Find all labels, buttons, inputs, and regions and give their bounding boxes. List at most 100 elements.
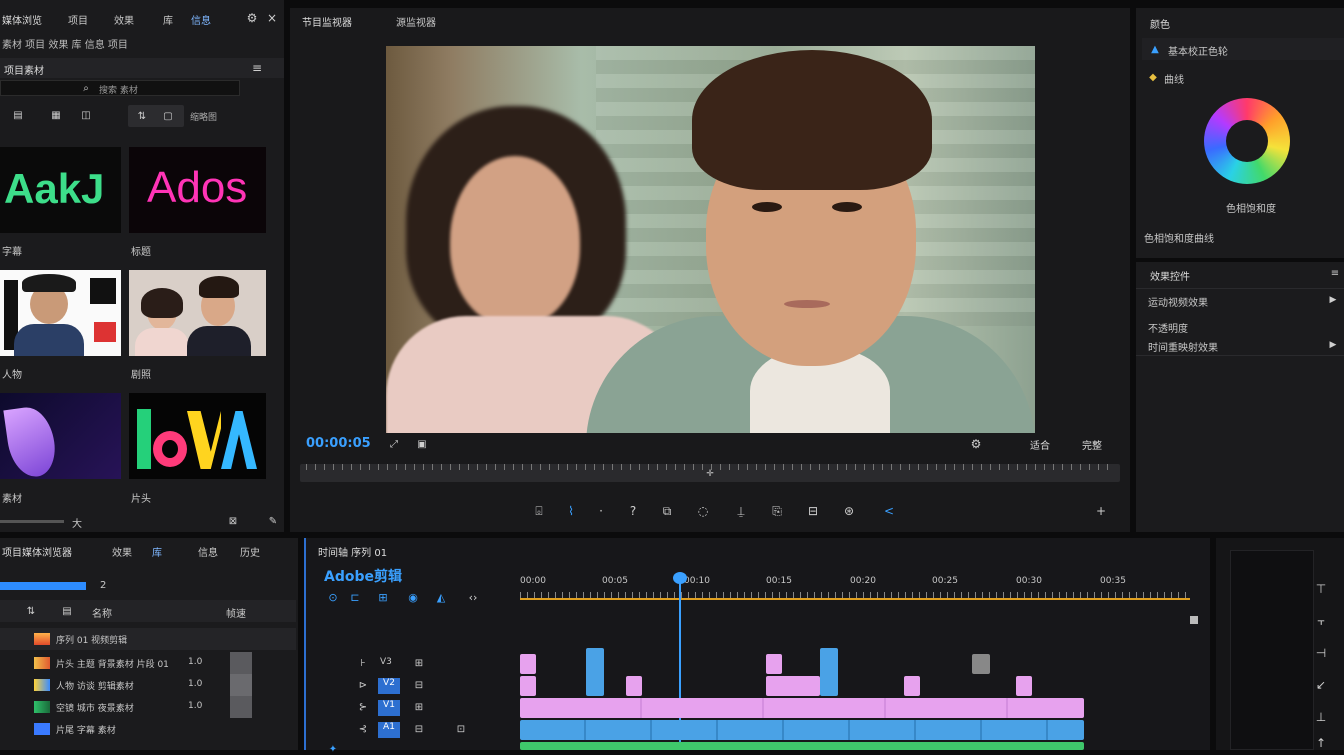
mic-icon[interactable]: ⊡ xyxy=(454,722,468,736)
name-column[interactable]: 名称 xyxy=(92,605,112,620)
lock-icon[interactable]: ⊳ xyxy=(356,678,370,692)
search-bar[interactable]: ⌕ 搜索 素材 xyxy=(0,80,240,96)
linked-icon[interactable]: ⊏ xyxy=(348,590,362,604)
settings-icon[interactable]: ⚙ xyxy=(244,10,260,26)
menu-icon[interactable]: ≡ xyxy=(250,60,264,76)
pen-tool-icon[interactable]: ↑ xyxy=(1312,736,1330,750)
list-icon[interactable]: ▤ xyxy=(60,604,74,618)
eye-icon[interactable]: ⊞ xyxy=(412,656,426,670)
opacity-label[interactable]: 不透明度 xyxy=(1148,320,1188,335)
chevron-right-icon[interactable]: ▶ xyxy=(1326,338,1340,352)
tab-info[interactable]: 信息 xyxy=(191,12,211,27)
v1-clip[interactable] xyxy=(520,698,1084,718)
title-clip[interactable] xyxy=(766,654,782,674)
track-header-v2[interactable]: ⊳ V2 ⊟ xyxy=(350,676,470,696)
overwrite-icon[interactable]: ⊟ xyxy=(804,502,822,520)
a1-clip[interactable] xyxy=(520,720,1084,740)
thumbnail-portrait[interactable] xyxy=(0,270,121,356)
add-icon[interactable]: + xyxy=(1092,502,1110,520)
effect-row-time[interactable]: 时间重映射效果 ▶ xyxy=(1136,334,1344,356)
menu-icon[interactable]: ≡ xyxy=(1328,266,1342,280)
tab-effects[interactable]: 效果 xyxy=(112,544,132,559)
go-to-out-icon[interactable]: ⍊ xyxy=(732,502,750,520)
thumbnail-logo[interactable] xyxy=(129,393,266,479)
caption-icon[interactable]: ◭ xyxy=(434,590,448,604)
list-item[interactable]: 序列 01 视频剪辑 xyxy=(0,628,296,650)
wrench-icon[interactable]: ✎ xyxy=(266,514,280,528)
grid-view-icon[interactable]: ▦ xyxy=(48,107,64,123)
mark-out-icon[interactable]: ⌇ xyxy=(562,502,580,520)
target-toggle[interactable]: V1 xyxy=(378,700,400,716)
list-item[interactable]: 人物 访谈 剪辑素材 1.0 xyxy=(0,674,296,696)
timecode[interactable]: 00:00:05 xyxy=(306,436,371,451)
list-view-icon[interactable]: ▤ xyxy=(10,107,26,123)
title-clip[interactable] xyxy=(520,676,536,696)
basic-correction-row[interactable]: ▲ 基本校正色轮 xyxy=(1142,38,1344,60)
track-header-a1[interactable]: ⊰ A1 ⊟ ⊡ xyxy=(350,720,480,740)
tab-info[interactable]: 信息 xyxy=(198,544,218,559)
target-toggle[interactable]: A1 xyxy=(378,722,400,738)
video-clip[interactable] xyxy=(820,648,838,696)
thumbnail-gradient[interactable] xyxy=(0,393,121,479)
program-title[interactable]: 节目监视器 xyxy=(302,14,352,29)
go-to-in-icon[interactable]: · xyxy=(592,502,610,520)
chevron-right-icon[interactable]: ▶ xyxy=(1326,293,1340,307)
step-forward-icon[interactable]: ◌ xyxy=(694,502,712,520)
sort-icon[interactable]: ⇅ xyxy=(24,604,38,618)
tab-project[interactable]: 项目 xyxy=(68,12,88,27)
tab-project-media[interactable]: 项目媒体浏览器 xyxy=(2,544,72,559)
hsl-curve-label[interactable]: 色相饱和度曲线 xyxy=(1144,230,1214,245)
scrub-bar[interactable]: ✛ xyxy=(300,464,1120,482)
snap-icon[interactable]: ⊙ xyxy=(326,590,340,604)
thumbnail-aakj[interactable]: AakJ xyxy=(0,147,121,233)
rate-column[interactable]: 帧速 xyxy=(226,605,246,620)
title-clip[interactable] xyxy=(904,676,920,696)
export-frame-icon[interactable]: ⊛ xyxy=(840,502,858,520)
track-select-icon[interactable]: ⫟ xyxy=(1312,612,1330,630)
list-item[interactable]: 片头 主题 背景素材 片段 01 1.0 xyxy=(0,652,296,674)
zoom-slider[interactable] xyxy=(0,520,64,523)
a2-clip[interactable] xyxy=(520,742,1084,750)
list-item[interactable]: 片尾 字幕 素材 xyxy=(0,718,296,740)
razor-tool-icon[interactable]: ↙ xyxy=(1312,676,1330,694)
wrench-icon[interactable]: ⚙ xyxy=(960,436,992,452)
full-label[interactable]: 完整 xyxy=(1082,437,1102,452)
keyframe-icon[interactable]: ✦ xyxy=(326,744,340,755)
scroll-handle-icon[interactable] xyxy=(1190,616,1198,624)
color-wheel-icon[interactable] xyxy=(1204,98,1290,184)
video-clip[interactable] xyxy=(586,648,604,696)
tab-media-browser[interactable]: 媒体浏览 xyxy=(2,12,42,27)
marker-icon[interactable]: ⊞ xyxy=(376,590,390,604)
fit-label[interactable]: 适合 xyxy=(1030,437,1050,452)
play-icon[interactable]: ⧉ xyxy=(658,502,676,520)
tab-history[interactable]: 历史 xyxy=(240,544,260,559)
mute-icon[interactable]: ⊰ xyxy=(356,722,370,736)
target-toggle[interactable]: V2 xyxy=(378,678,400,694)
quality-icon[interactable]: ▣ xyxy=(414,436,430,452)
title-clip[interactable] xyxy=(1016,676,1032,696)
effect-row-motion[interactable]: 运动视频效果 ▶ xyxy=(1136,288,1344,310)
time-ruler[interactable]: 00:00 00:05 00:10 00:15 00:20 00:25 00:3… xyxy=(520,572,1190,602)
ripple-edit-icon[interactable]: ⊣ xyxy=(1312,644,1330,662)
freeform-view-icon[interactable]: ◫ xyxy=(78,107,94,123)
list-item[interactable]: 空镜 城市 夜景素材 1.0 xyxy=(0,696,296,718)
title-clip[interactable] xyxy=(626,676,642,696)
sequence-name[interactable]: Adobe剪辑 xyxy=(324,566,402,586)
playhead-handle[interactable] xyxy=(673,572,687,584)
settings-icon[interactable]: ◉ xyxy=(406,590,420,604)
thumbnail-ados[interactable]: Ados xyxy=(129,147,266,233)
playhead-marker-icon[interactable]: ✛ xyxy=(704,468,716,480)
view-toggle[interactable]: ⇅ ▢ xyxy=(128,105,184,127)
mark-in-icon[interactable]: ⌻ xyxy=(530,502,548,520)
code-icon[interactable]: ‹› xyxy=(464,590,482,604)
source-tab[interactable]: 源监视器 xyxy=(396,14,436,29)
new-item-icon[interactable]: ⊠ xyxy=(226,514,240,528)
eye-icon[interactable]: ⊞ xyxy=(412,700,426,714)
tab-libraries[interactable]: 库 xyxy=(152,544,162,559)
video-frame[interactable] xyxy=(386,46,1035,433)
step-back-icon[interactable]: ? xyxy=(624,502,642,520)
selection-tool-icon[interactable]: ⊤ xyxy=(1312,580,1330,598)
track-header-v1[interactable]: ⊱ V1 ⊞ xyxy=(350,698,470,718)
tab-effects[interactable]: 效果 xyxy=(114,12,134,27)
work-area-bar[interactable] xyxy=(520,598,1190,600)
